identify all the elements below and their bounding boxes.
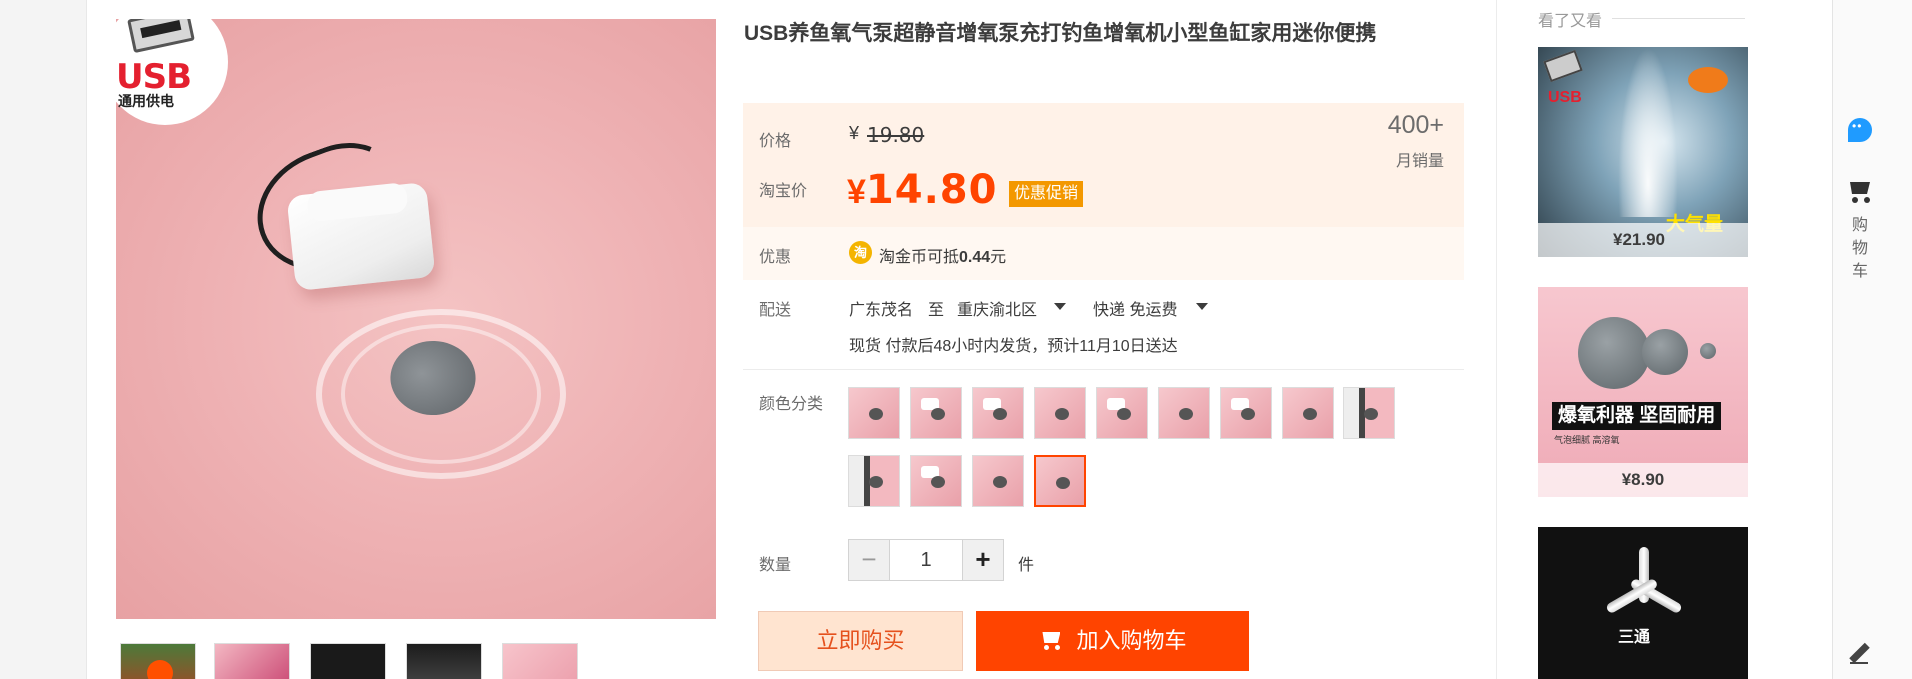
- color-option[interactable]: [972, 455, 1024, 507]
- color-option-label: 颜色分类: [759, 396, 824, 413]
- color-option[interactable]: [910, 387, 962, 439]
- quantity-unit: 件: [1018, 557, 1035, 574]
- discount-text: 淘金币可抵0.44元: [879, 243, 1006, 267]
- chevron-down-icon[interactable]: [1054, 303, 1066, 310]
- cart-icon[interactable]: [1846, 180, 1874, 204]
- main-product-image[interactable]: USB 通用供电: [116, 19, 716, 619]
- air-stone: [1578, 317, 1650, 389]
- recommendations-title: 看了又看: [1538, 13, 1603, 30]
- ship-destination[interactable]: 重庆渝北区: [957, 296, 1037, 320]
- recommendation-item[interactable]: 爆氧利器 坚固耐用 气泡细腻 高溶氧 ¥8.90: [1538, 287, 1748, 497]
- chevron-down-icon[interactable]: [1196, 303, 1208, 310]
- discount-amount: 0.44: [959, 249, 991, 266]
- monthly-sales-label: 月销量: [1395, 153, 1444, 170]
- color-option[interactable]: [1220, 387, 1272, 439]
- quantity-label: 数量: [759, 557, 792, 574]
- color-option[interactable]: [848, 455, 900, 507]
- color-option[interactable]: [1343, 387, 1395, 439]
- cart-icon: [1038, 630, 1064, 650]
- thumbnail-video[interactable]: [120, 643, 196, 679]
- air-stone: [1642, 329, 1688, 375]
- ship-to-word: 至: [928, 302, 945, 319]
- color-option[interactable]: [1034, 387, 1086, 439]
- rec-overlay-text: 爆氧利器 坚固耐用: [1552, 402, 1722, 430]
- goldfish: [1688, 67, 1728, 93]
- right-toolbar: [1832, 0, 1912, 679]
- taobao-coin-icon: 淘: [849, 241, 872, 264]
- current-price: ¥14.80: [847, 167, 997, 213]
- thumbnail-strip: [116, 643, 716, 679]
- column-divider: [1496, 0, 1497, 679]
- quantity-decrement-button[interactable]: −: [849, 540, 889, 580]
- recommendation-item[interactable]: 三通: [1538, 527, 1748, 679]
- recommendations-rule: [1612, 18, 1745, 19]
- rec-badge: USB: [1548, 89, 1582, 106]
- usb-badge: USB 通用供电: [116, 19, 228, 125]
- edit-icon[interactable]: [1848, 644, 1870, 666]
- delivery-note: 现货 付款后48小时内发货，预计11月10日送达: [849, 338, 1178, 355]
- rec-price: ¥8.90: [1538, 463, 1748, 497]
- color-option[interactable]: [1282, 387, 1334, 439]
- price-panel: 价格 ¥ 19.80 400+ 月销量 淘宝价 ¥14.80 优惠促销: [743, 103, 1464, 227]
- air-stone: [1700, 343, 1716, 359]
- color-option[interactable]: [848, 387, 900, 439]
- usb-plug-icon: [127, 19, 195, 54]
- product-title: USB养鱼氧气泵超静音增氧泵充打钓鱼增氧机小型鱼缸家用迷你便携: [744, 22, 1377, 45]
- original-price: 19.80: [867, 123, 925, 147]
- bubble-column: [1618, 47, 1678, 217]
- add-to-cart-label: 加入购物车: [1076, 628, 1187, 653]
- shipping-label: 配送: [759, 302, 792, 319]
- discount-unit: 元: [990, 249, 1007, 266]
- rec-overlay-text: 三通: [1618, 629, 1651, 646]
- taobao-price-label: 淘宝价: [759, 183, 808, 200]
- ship-from: 广东茂名: [849, 302, 914, 319]
- rec-small-text: 气泡细腻 高溶氧: [1554, 435, 1620, 445]
- original-currency: ¥: [849, 123, 860, 143]
- quantity-increment-button[interactable]: +: [963, 540, 1003, 580]
- thumbnail-2[interactable]: [214, 643, 290, 679]
- price-label: 价格: [759, 133, 792, 150]
- rec-price: ¥21.90: [1538, 223, 1748, 257]
- monthly-sales-count: 400+: [1387, 111, 1444, 139]
- recommendation-item[interactable]: USB 大气量 ¥21.90: [1538, 47, 1748, 257]
- color-option[interactable]: [1158, 387, 1210, 439]
- chat-bubble-icon[interactable]: [1848, 118, 1872, 142]
- thumbnail-3[interactable]: [310, 643, 386, 679]
- color-option[interactable]: [972, 387, 1024, 439]
- quantity-stepper: − +: [848, 539, 1004, 581]
- color-option-selected[interactable]: [1034, 455, 1086, 507]
- color-option[interactable]: [910, 455, 962, 507]
- current-price-value: 14.80: [865, 167, 998, 213]
- thumbnail-6[interactable]: [598, 643, 674, 679]
- air-pump-body: [286, 181, 436, 292]
- play-icon: [147, 660, 173, 679]
- toolbar-cart-label[interactable]: 购物车: [1850, 214, 1870, 283]
- discount-desc: 淘金币可抵: [879, 249, 960, 266]
- section-divider: [743, 369, 1464, 370]
- buy-now-button[interactable]: 立即购买: [758, 611, 963, 671]
- current-currency: ¥: [847, 173, 866, 211]
- usb-plug-icon: [1543, 49, 1583, 83]
- color-option[interactable]: [1096, 387, 1148, 439]
- thumbnail-5[interactable]: [502, 643, 578, 679]
- quantity-input[interactable]: [889, 540, 963, 580]
- add-to-cart-button[interactable]: 加入购物车: [976, 611, 1249, 671]
- tee-connector-image: [1605, 547, 1683, 617]
- discount-label: 优惠: [759, 249, 792, 266]
- usb-badge-subtext: 通用供电: [118, 93, 174, 109]
- thumbnail-4[interactable]: [406, 643, 482, 679]
- shipping-method[interactable]: 快递 免运费: [1093, 296, 1177, 320]
- promo-badge[interactable]: 优惠促销: [1009, 181, 1084, 207]
- discount-row: 优惠 淘 淘金币可抵0.44元: [743, 227, 1464, 280]
